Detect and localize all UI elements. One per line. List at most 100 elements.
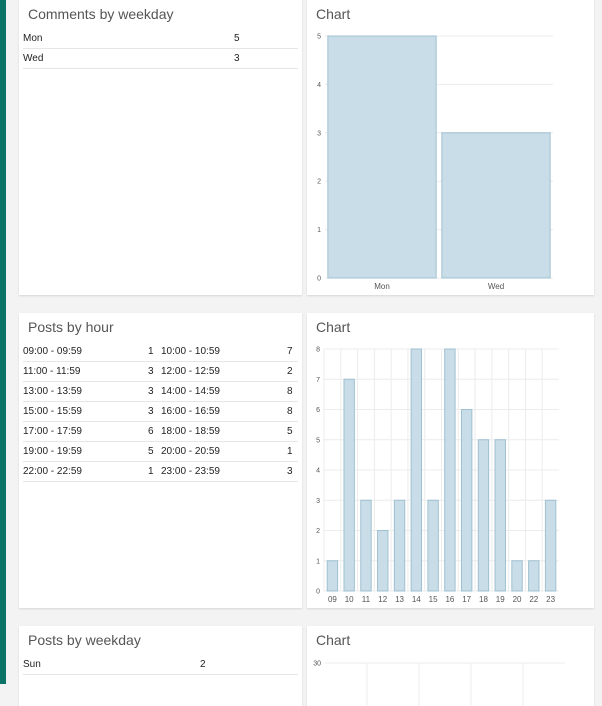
count-cell: 2 <box>287 366 293 377</box>
count-cell: 1 <box>148 346 154 357</box>
table-row: 17:00 - 17:59 6 18:00 - 18:59 5 <box>23 422 298 442</box>
table-row: 22:00 - 22:59 1 23:00 - 23:59 3 <box>23 462 298 482</box>
x-tick-label: 18 <box>479 595 488 604</box>
x-tick-label: 12 <box>378 595 387 604</box>
bar-16 <box>444 348 456 592</box>
count-cell: 3 <box>148 386 154 397</box>
x-tick-label: 14 <box>412 595 421 604</box>
count-cell: 5 <box>234 33 240 44</box>
bar-18 <box>477 439 490 592</box>
hour-range-cell: 16:00 - 16:59 <box>161 406 220 417</box>
hour-range-cell: 15:00 - 15:59 <box>23 406 82 417</box>
x-tick-label: 23 <box>546 595 555 604</box>
chart-panel-comments: Chart 0 1 2 3 4 5 Mon Wed <box>307 0 594 295</box>
table-row: Mon 5 <box>23 29 298 49</box>
y-tick-label: 30 <box>313 661 321 668</box>
comments-by-weekday-table: Mon 5 Wed 3 <box>23 29 298 69</box>
bar-Mon <box>327 35 437 279</box>
count-cell: 7 <box>287 346 293 357</box>
weekday-cell: Sun <box>23 659 41 670</box>
y-tick-label: 0 <box>316 589 320 596</box>
table-row: 15:00 - 15:59 3 16:00 - 16:59 8 <box>23 402 298 422</box>
weekday-posts-bar-chart: 30 <box>313 661 565 706</box>
bar-11 <box>360 499 372 592</box>
table-row: Sun 2 <box>23 655 298 675</box>
bar-13 <box>393 499 406 592</box>
count-cell: 5 <box>287 426 293 437</box>
hour-range-cell: 19:00 - 19:59 <box>23 446 82 457</box>
hour-range-cell: 10:00 - 10:59 <box>161 346 220 357</box>
y-tick-label: 2 <box>317 179 321 186</box>
bar-10 <box>343 378 355 592</box>
y-tick-label: 7 <box>316 377 320 384</box>
comments-by-weekday-panel: Comments by weekday Mon 5 Wed 3 <box>19 0 302 295</box>
table-row: 19:00 - 19:59 5 20:00 - 20:59 1 <box>23 442 298 462</box>
count-cell: 1 <box>148 466 154 477</box>
x-tick-label: 09 <box>328 595 337 604</box>
x-tick-label: 17 <box>462 595 471 604</box>
weekday-cell: Mon <box>23 33 43 44</box>
bar-20 <box>511 560 523 592</box>
posts-by-weekday-panel: Posts by weekday Sun 2 <box>19 626 302 706</box>
x-tick-label: 13 <box>395 595 404 604</box>
x-tick-label: Mon <box>374 282 390 291</box>
count-cell: 2 <box>200 659 206 670</box>
posts-by-hour-table: 09:00 - 09:59 1 10:00 - 10:59 7 11:00 - 11:5… <box>23 342 298 482</box>
count-cell: 6 <box>148 426 154 437</box>
x-tick-label: Wed <box>488 282 504 291</box>
x-tick-label: 15 <box>429 595 438 604</box>
hour-range-cell: 13:00 - 13:59 <box>23 386 82 397</box>
x-tick-label: 19 <box>496 595 505 604</box>
count-cell: 8 <box>287 406 293 417</box>
count-cell: 3 <box>148 366 154 377</box>
x-tick-label: 20 <box>513 595 522 604</box>
hour-range-cell: 14:00 - 14:59 <box>161 386 220 397</box>
table-row: 09:00 - 09:59 1 10:00 - 10:59 7 <box>23 342 298 362</box>
bar-12 <box>377 530 389 592</box>
count-cell: 3 <box>287 466 293 477</box>
hour-range-cell: 20:00 - 20:59 <box>161 446 220 457</box>
hour-range-cell: 11:00 - 11:59 <box>23 366 81 377</box>
table-row: Wed 3 <box>23 49 298 69</box>
count-cell: 3 <box>234 53 240 64</box>
hour-range-cell: 18:00 - 18:59 <box>161 426 220 437</box>
bar-19 <box>494 439 506 592</box>
y-tick-label: 4 <box>317 82 321 89</box>
hour-range-cell: 22:00 - 22:59 <box>23 466 82 477</box>
weekday-cell: Wed <box>23 53 44 64</box>
bar-Wed <box>441 132 551 279</box>
posts-by-weekday-title: Posts by weekday <box>28 632 141 648</box>
chart-panel-weekday-posts: Chart 30 <box>307 626 594 706</box>
posts-by-hour-title: Posts by hour <box>28 319 114 335</box>
hour-range-cell: 09:00 - 09:59 <box>23 346 82 357</box>
y-tick-label: 4 <box>316 468 320 475</box>
y-tick-label: 5 <box>316 437 320 444</box>
comments-by-weekday-title: Comments by weekday <box>28 6 174 22</box>
y-tick-label: 2 <box>316 528 320 535</box>
x-tick-label: 11 <box>362 595 371 604</box>
y-tick-label: 3 <box>316 498 320 505</box>
hour-range-cell: 12:00 - 12:59 <box>161 366 220 377</box>
count-cell: 8 <box>287 386 293 397</box>
count-cell: 3 <box>148 406 154 417</box>
hours-bar-chart: 01234567809 10 11 12 13 14 15 16 17 18 19 20 22 23 <box>316 347 559 604</box>
accent-sidebar-strip <box>0 0 6 684</box>
bar-09 <box>326 560 339 592</box>
posts-by-hour-panel: Posts by hour 09:00 - 09:59 1 10:00 - 10:5… <box>19 313 302 608</box>
y-tick-label: 1 <box>316 558 320 565</box>
x-tick-label: 10 <box>345 595 354 604</box>
y-tick-label: 8 <box>316 347 320 354</box>
y-tick-label: 3 <box>317 130 321 137</box>
bar-15 <box>427 499 439 592</box>
bar-14 <box>410 348 423 592</box>
x-tick-label: 16 <box>445 595 454 604</box>
y-tick-label: 5 <box>317 34 321 41</box>
hour-range-cell: 23:00 - 23:59 <box>161 466 220 477</box>
chart-panel-hours: Chart 0 1 2 3 4 5 6 7 8 09 10 11 12 13 14 15 16 17 18 19 20 2… <box>307 313 594 608</box>
count-cell: 5 <box>148 446 154 457</box>
y-tick-label: 0 <box>317 276 321 283</box>
x-tick-label: 22 <box>529 595 538 604</box>
bar-23 <box>544 499 557 592</box>
posts-by-weekday-table: Sun 2 <box>23 655 298 675</box>
hour-range-cell: 17:00 - 17:59 <box>23 426 82 437</box>
